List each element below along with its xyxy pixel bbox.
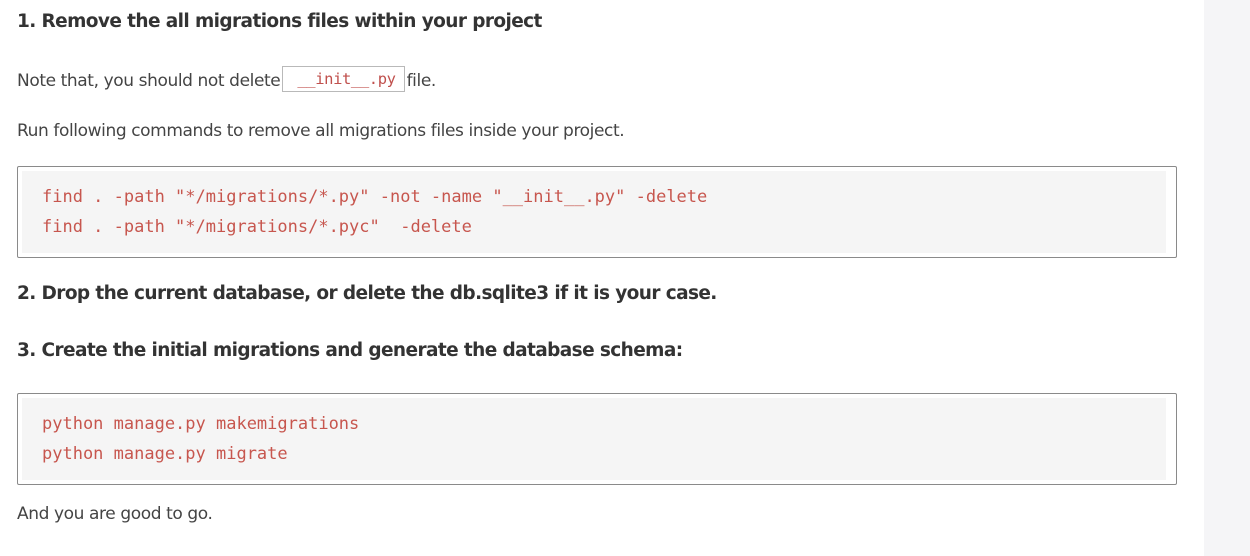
step2-heading: 2. Drop the current database, or delete … — [17, 283, 717, 304]
step3-heading: 3. Create the initial migrations and gen… — [17, 340, 683, 361]
closing-text: And you are good to go. — [17, 504, 213, 524]
code-block-create-migrations[interactable]: python manage.py makemigrations python m… — [17, 393, 1177, 485]
code-block-body[interactable]: python manage.py makemigrations python m… — [22, 398, 1166, 480]
note-text-after: file. — [406, 71, 437, 91]
code-line[interactable]: python manage.py makemigrations — [42, 409, 1146, 439]
note-text-before: Note that, you should not delete — [17, 71, 281, 91]
code-block-remove-migrations[interactable]: find . -path "*/migrations/*.py" -not -n… — [17, 166, 1177, 258]
inline-code-init: __init__.py — [282, 66, 405, 92]
step1-note: Note that, you should not delete __init__… — [17, 66, 437, 94]
code-block-body[interactable]: find . -path "*/migrations/*.py" -not -n… — [22, 171, 1166, 253]
code-line[interactable]: find . -path "*/migrations/*.pyc" -delet… — [42, 212, 1146, 242]
step1-run-text: Run following commands to remove all mig… — [17, 121, 625, 141]
code-line[interactable]: python manage.py migrate — [42, 439, 1146, 469]
step1-heading: 1. Remove the all migrations files withi… — [17, 11, 542, 32]
code-line[interactable]: find . -path "*/migrations/*.py" -not -n… — [42, 182, 1146, 212]
page-side-margin — [1204, 0, 1250, 556]
